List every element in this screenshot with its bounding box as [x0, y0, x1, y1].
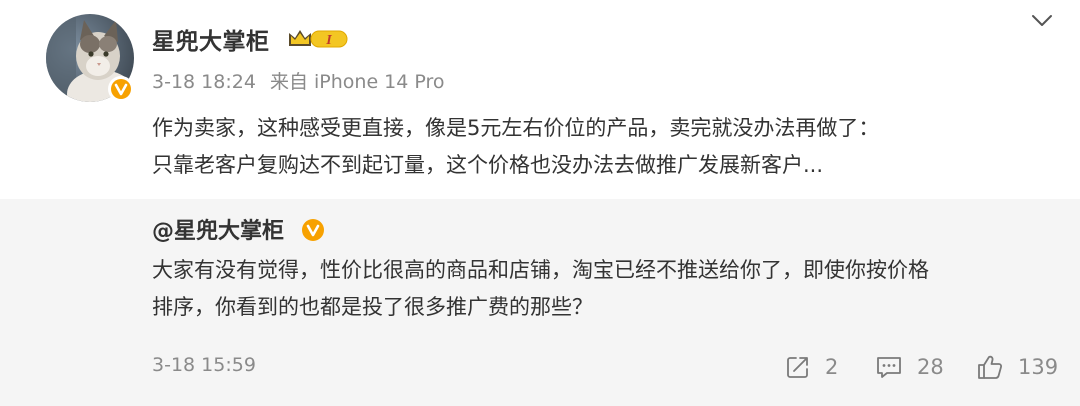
chevron-down-icon[interactable] — [1030, 10, 1054, 30]
comment-icon — [877, 357, 901, 378]
quoted-content: 大家有没有觉得，性价比很高的商品和店铺，淘宝已经不推送给你了，即使你按价格 排序… — [152, 252, 1052, 326]
post-content: 作为卖家，这种感受更直接，像是5元左右价位的产品，卖完就没办法再做了： 只靠老客… — [152, 110, 1052, 184]
repost-button[interactable]: 2 — [785, 352, 838, 382]
like-button[interactable]: 139 — [976, 352, 1058, 382]
rank-level-text: I — [325, 33, 332, 48]
verified-v-icon — [301, 218, 325, 242]
thumbs-up-icon — [978, 355, 1003, 379]
repost-icon — [787, 357, 808, 378]
post-source: 来自 iPhone 14 Pro — [269, 71, 445, 93]
comment-button[interactable]: 28 — [875, 352, 944, 382]
verified-v-icon — [108, 76, 134, 102]
crown-rank-icon[interactable]: I — [287, 26, 349, 54]
post-content-line: 作为卖家，这种感受更直接，像是5元左右价位的产品，卖完就没办法再做了： — [152, 116, 880, 140]
post-username[interactable]: 星兜大掌柜 — [152, 22, 270, 56]
post-content-line: 只靠老客户复购达不到起订量，这个价格也没办法去做推广发展新客户... — [152, 153, 824, 177]
quoted-content-line: 排序，你看到的也都是投了很多推广费的那些？ — [152, 295, 593, 319]
quoted-time[interactable]: 3-18 15:59 — [152, 354, 256, 376]
post-time[interactable]: 3-18 18:24 — [152, 71, 256, 93]
post-meta: 3-18 18:24 来自 iPhone 14 Pro — [152, 67, 445, 94]
weibo-post-card: 星兜大掌柜 I 3-18 18:24 来自 iPhone 14 Pro 作为卖家… — [0, 0, 1080, 406]
quoted-content-line: 大家有没有觉得，性价比很高的商品和店铺，淘宝已经不推送给你了，即使你按价格 — [152, 258, 929, 282]
comment-count: 28 — [917, 355, 944, 379]
quoted-username[interactable]: @星兜大掌柜 — [152, 213, 284, 245]
like-count: 139 — [1018, 355, 1059, 379]
repost-count: 2 — [825, 355, 839, 379]
